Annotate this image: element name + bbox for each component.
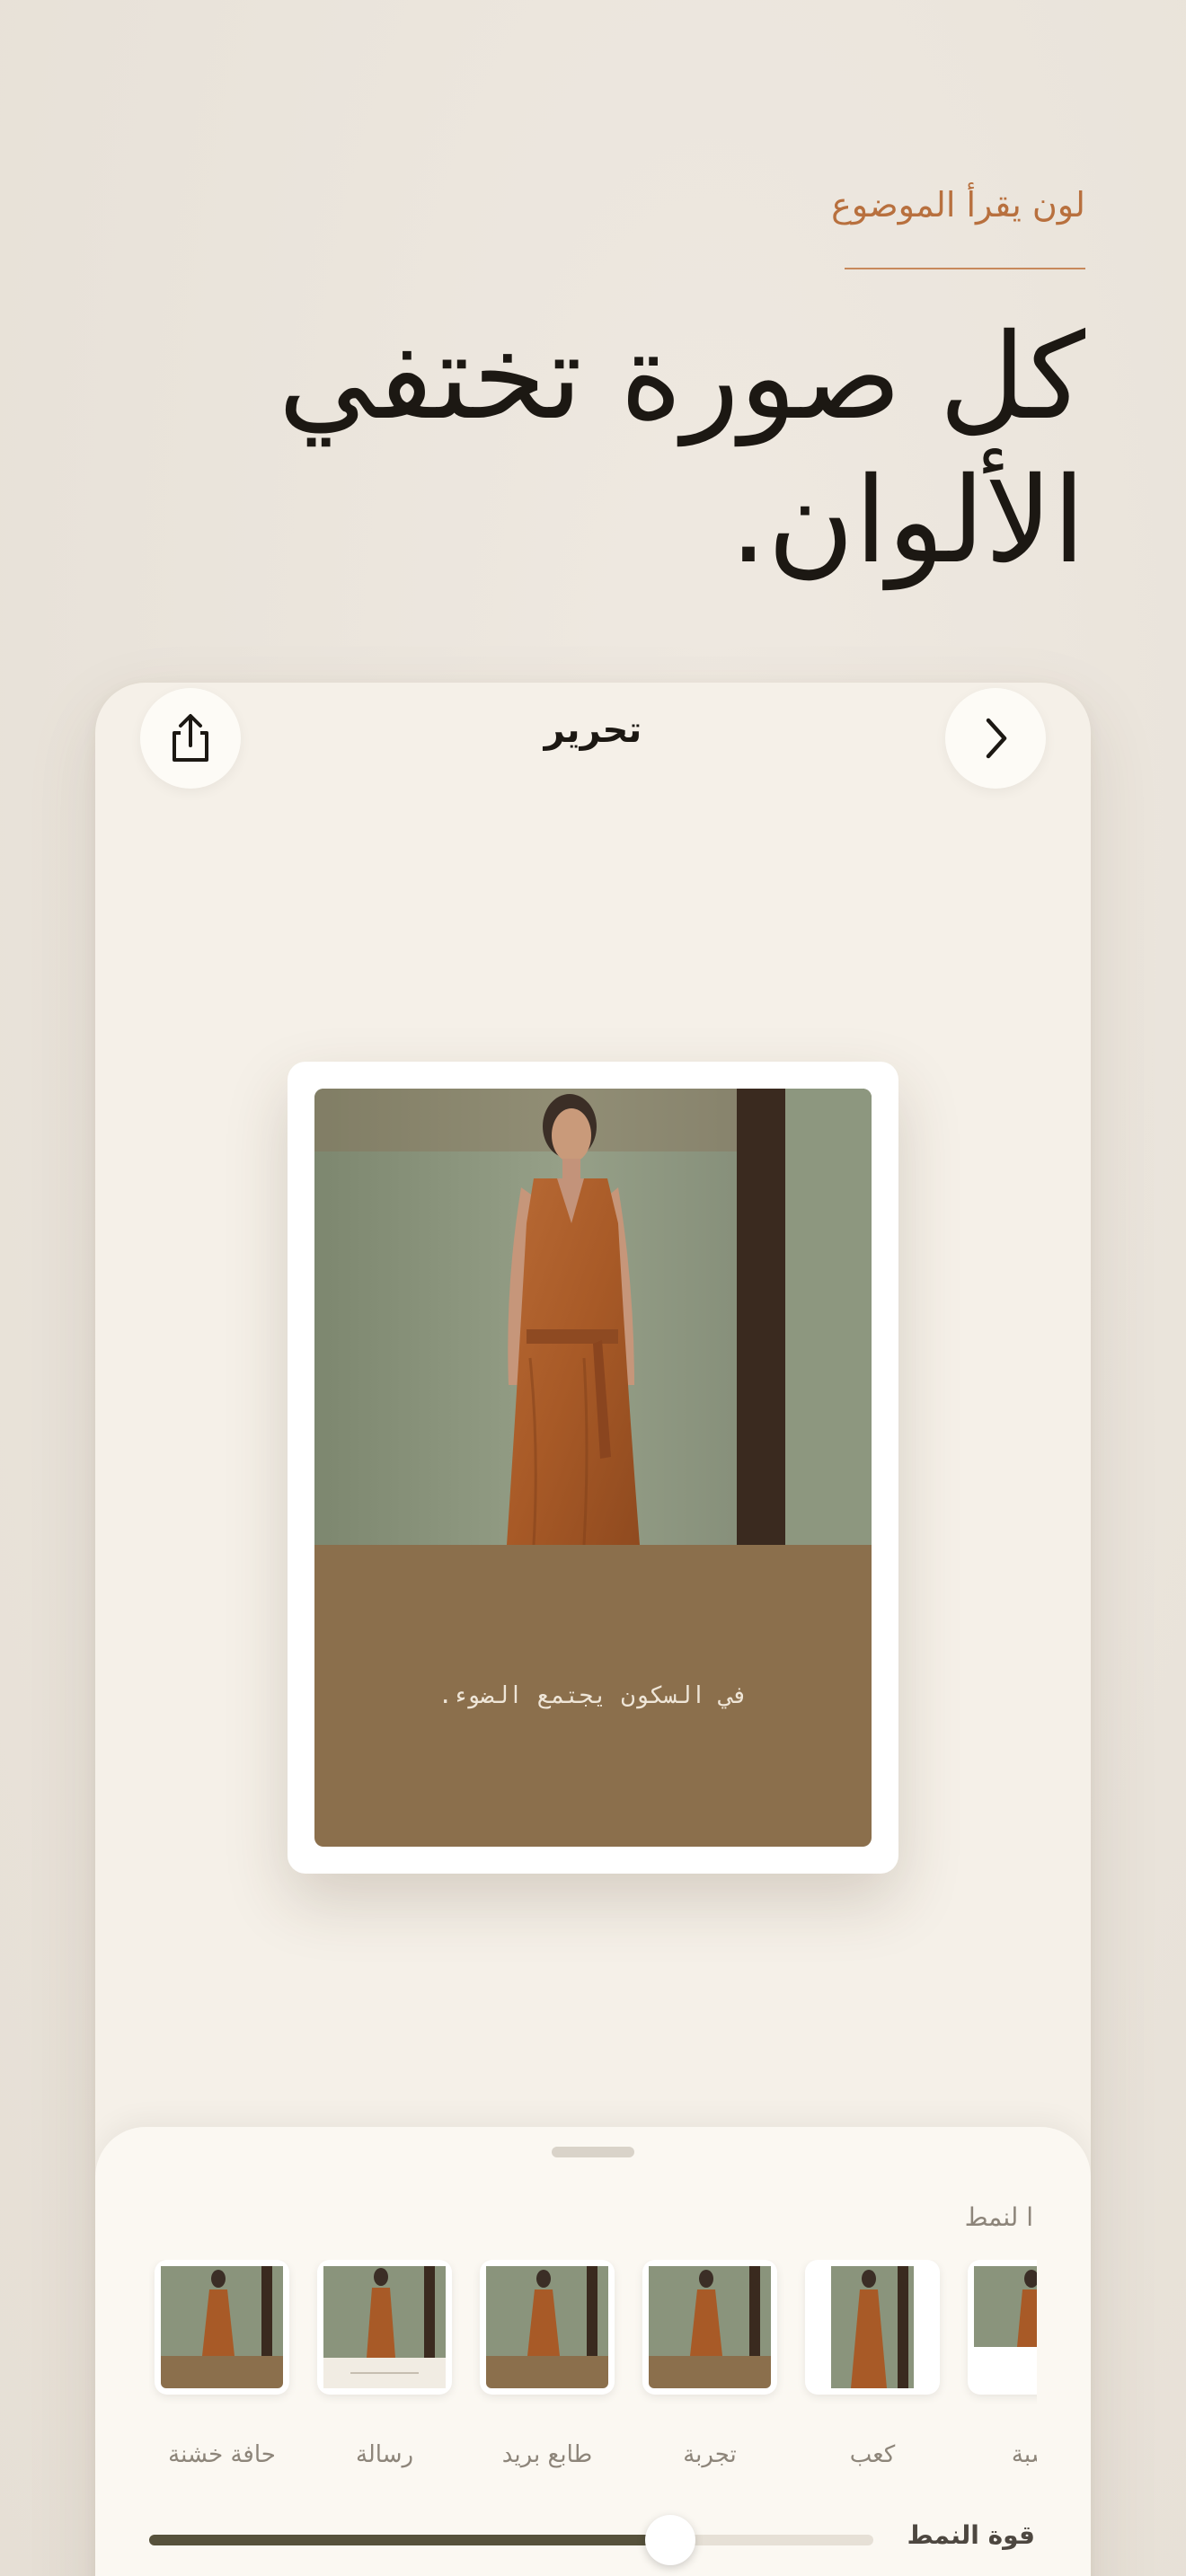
style-bottom-sheet: ا لنمط حافة خشنة رسالة طابع بريد تجربة ك… (95, 2127, 1091, 2576)
phone-mockup: تحرير في السكون يجتمع الضوء. ا لنمط حافة… (95, 683, 1091, 2576)
style-strength-label: قوة النمط (907, 2520, 1035, 2550)
photo-illustration (314, 1089, 872, 1545)
eyebrow-divider (845, 268, 1085, 269)
style-tile-stamp[interactable] (480, 2260, 615, 2395)
style-thumbnail (486, 2266, 608, 2388)
next-button[interactable] (945, 688, 1046, 789)
style-thumbnail (811, 2266, 934, 2388)
headline: كل صورة تختفي الألوان. (277, 305, 1085, 593)
style-thumbnail (161, 2266, 283, 2388)
style-label: حافة خشنة (168, 2441, 276, 2468)
style-thumbnail (974, 2266, 1037, 2388)
style-label: تجربة (683, 2441, 737, 2468)
style-tile-proof[interactable] (642, 2260, 777, 2395)
style-strength-slider[interactable] (149, 2515, 873, 2565)
slider-thumb[interactable] (645, 2515, 696, 2565)
artwork-caption-panel: في السكون يجتمع الضوء. (314, 1545, 872, 1847)
style-label: كعب (849, 2441, 896, 2468)
style-carousel[interactable] (149, 2260, 1037, 2413)
artwork-photo (314, 1089, 872, 1545)
chevron-right-icon (986, 718, 1007, 759)
style-tile-letter[interactable] (317, 2260, 452, 2395)
artwork-card[interactable]: في السكون يجتمع الضوء. (288, 1062, 898, 1874)
sheet-grabber[interactable] (552, 2147, 634, 2157)
artwork-caption: في السكون يجتمع الضوء. (438, 1682, 748, 1709)
slider-fill (149, 2535, 671, 2545)
eyebrow-text: لون يقرأ الموضوع (831, 185, 1085, 225)
editor-title: تحرير (544, 710, 642, 751)
headline-line-2: الألوان. (730, 452, 1085, 590)
style-label: نسبة (1011, 2441, 1037, 2468)
style-thumbnail (649, 2266, 771, 2388)
style-tile-rough-edge[interactable] (155, 2260, 289, 2395)
style-tile-stub[interactable] (805, 2260, 940, 2395)
style-label: طابع بريد (501, 2441, 593, 2468)
headline-line-1: كل صورة تختفي (278, 308, 1085, 446)
style-section-label: ا لنمط (964, 2202, 1033, 2232)
style-thumbnail (323, 2266, 446, 2388)
page-background: لون يقرأ الموضوع كل صورة تختفي الألوان. … (0, 0, 1186, 2576)
style-tile-ratio[interactable] (968, 2260, 1037, 2395)
style-label: رسالة (355, 2441, 414, 2468)
